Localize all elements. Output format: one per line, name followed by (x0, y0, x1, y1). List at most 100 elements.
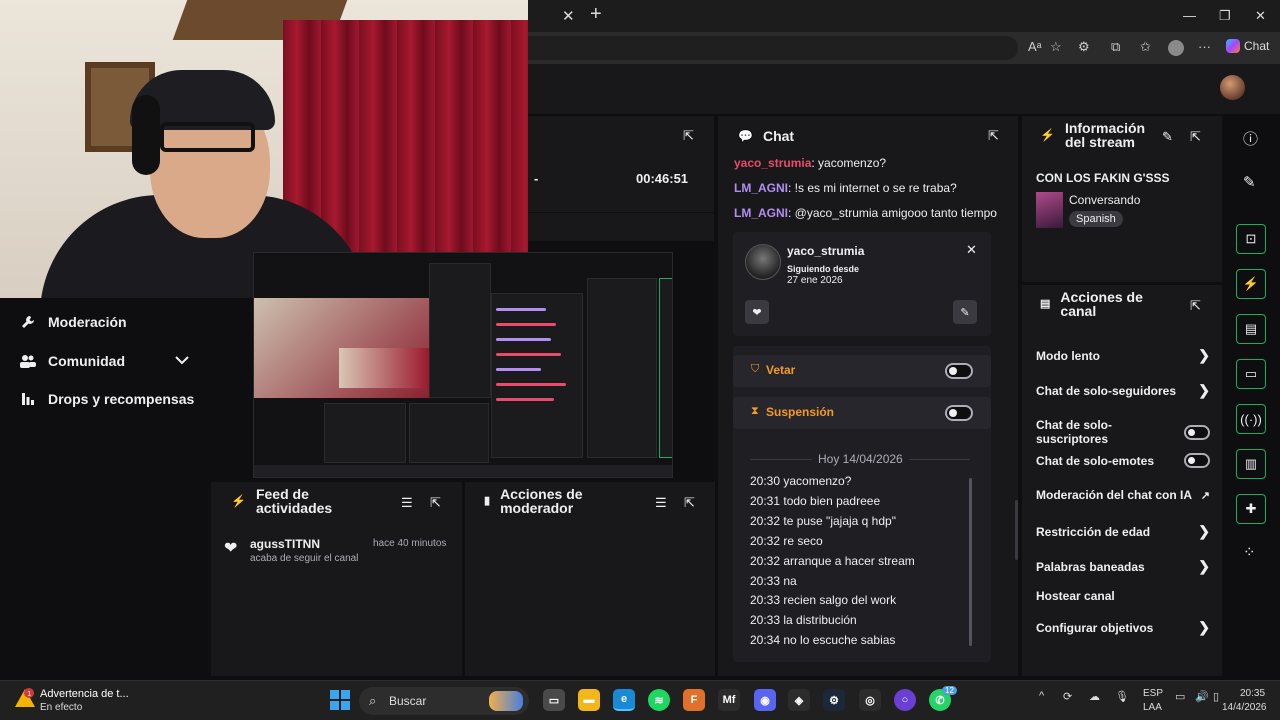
history-scrollbar[interactable] (969, 478, 972, 646)
fl-studio-icon[interactable]: F (683, 689, 705, 711)
preview-nested-webcam (339, 348, 429, 388)
new-tab-icon[interactable]: + (590, 3, 602, 26)
tab-close-icon[interactable]: ✕ (562, 7, 575, 25)
minimize-button[interactable]: — (1183, 8, 1196, 23)
profile-icon[interactable] (1168, 40, 1184, 56)
category-boxart[interactable] (1036, 192, 1063, 228)
subs-only-toggle[interactable] (1184, 424, 1210, 440)
action-solo-suscriptores[interactable]: Chat de solo-suscriptores (1036, 418, 1210, 446)
input-language[interactable]: ESP (1143, 688, 1163, 699)
following-date: 27 ene 2026 (787, 275, 843, 286)
popout-icon[interactable]: ⇱ (1190, 129, 1201, 145)
edit-icon[interactable]: ✎ (1162, 129, 1173, 145)
wrench-icon[interactable]: ✚ (1236, 494, 1266, 524)
filter-icon[interactable]: ☰ (655, 495, 667, 511)
mod-action-icon[interactable]: ✎ (953, 300, 977, 324)
action-label: Moderación del chat con IA (1036, 488, 1193, 502)
ban-row[interactable]: ⛉ Vetar (733, 355, 991, 387)
popout-icon[interactable]: ⇱ (683, 128, 694, 144)
ban-toggle[interactable] (945, 363, 973, 379)
read-aloud-icon[interactable]: Aᵃ (1028, 39, 1042, 54)
sidebar-item-drops[interactable]: Drops y recompensas (20, 391, 194, 407)
file-explorer-icon[interactable]: ▬ (578, 689, 600, 711)
popout-icon[interactable]: ⇱ (684, 495, 695, 511)
chat-username[interactable]: LM_AGNI (734, 181, 788, 195)
stream-category[interactable]: Conversando (1069, 193, 1140, 207)
network-icon[interactable]: ▭ (1175, 690, 1185, 703)
follow-heart-icon[interactable]: ❤ (745, 300, 769, 324)
address-bar[interactable] (528, 36, 1018, 60)
close-icon[interactable]: ✕ (966, 242, 977, 258)
cloud-icon[interactable]: ☁ (1089, 690, 1100, 703)
mf-app-icon[interactable]: Mf (718, 689, 740, 711)
action-hostear-canal[interactable]: Hostear canal (1036, 589, 1210, 603)
channel-icon[interactable]: ▥ (1236, 449, 1266, 479)
favorites-icon[interactable]: ✩ (1140, 39, 1151, 55)
lightning-icon[interactable]: ⚡ (1236, 269, 1266, 299)
keyboard-layout[interactable]: LAA (1143, 702, 1162, 713)
chat-username[interactable]: LM_AGNI (734, 206, 788, 220)
steam-icon[interactable]: ◈ (788, 689, 810, 711)
chat-scrollbar[interactable] (1015, 500, 1018, 560)
taskbar-search[interactable]: ⌕ Buscar (359, 687, 529, 715)
action-label: Palabras baneadas (1036, 559, 1145, 574)
emote-only-toggle[interactable] (1184, 453, 1210, 468)
action-solo-emotes[interactable]: Chat de solo-emotes (1036, 453, 1210, 468)
chat-username[interactable]: yaco_strumia (734, 156, 811, 170)
obs-icon[interactable]: ◎ (859, 689, 881, 711)
copilot-button[interactable]: Chat (1226, 39, 1269, 53)
popout-icon[interactable]: ⇱ (988, 128, 999, 144)
popout-icon[interactable]: ⇱ (1190, 298, 1201, 314)
notification-title[interactable]: Advertencia de t... (40, 688, 129, 700)
extensions-icon[interactable]: ⚙ (1078, 39, 1090, 55)
popout-icon[interactable]: ⇱ (430, 495, 441, 511)
document-icon[interactable]: ▤ (1236, 314, 1266, 344)
sidebar-item-comunidad[interactable]: Comunidad (20, 353, 125, 369)
timeout-label: Suspensión (766, 405, 835, 419)
language-tag[interactable]: Spanish (1069, 211, 1123, 227)
timeout-toggle[interactable] (945, 405, 973, 421)
user-avatar[interactable] (1220, 75, 1245, 100)
volume-icon[interactable]: 🔊 (1195, 690, 1209, 703)
broadcast-icon[interactable]: ((·)) (1236, 404, 1266, 434)
battery-icon[interactable]: ▯ (1213, 690, 1219, 703)
action-modo-lento[interactable]: Modo lento ❯ (1036, 347, 1210, 364)
wrench-icon (20, 314, 36, 330)
apps-icon[interactable]: ⧉ (1111, 39, 1120, 55)
maximize-button[interactable]: ❐ (1219, 8, 1231, 24)
clip-icon[interactable]: ⊡ (1236, 224, 1266, 254)
twitch-studio-icon[interactable]: ○ (894, 689, 916, 711)
pencil-icon[interactable]: ✎ (1243, 173, 1256, 191)
action-solo-seguidores[interactable]: Chat de solo-seguidores ❯ (1036, 382, 1210, 399)
clock-date[interactable]: 14/4/2026 (1222, 702, 1267, 713)
action-palabras-baneadas[interactable]: Palabras baneadas ❯ (1036, 558, 1210, 575)
close-window-button[interactable]: ✕ (1255, 8, 1266, 24)
more-icon[interactable]: ··· (1198, 39, 1211, 54)
star-icon[interactable]: ☆ (1050, 39, 1062, 55)
action-configurar-objetivos[interactable]: Configurar objetivos ❯ (1036, 619, 1210, 636)
windows-start-icon[interactable] (329, 689, 351, 711)
extensions-icon[interactable]: ⁘ (1243, 543, 1256, 561)
microphone-icon[interactable]: 🎙 (1115, 690, 1129, 703)
discord-icon[interactable]: ◉ (754, 689, 776, 711)
task-view-icon[interactable]: ▭ (543, 689, 565, 711)
chevron-down-icon[interactable] (175, 352, 189, 368)
warning-icon[interactable]: 1 (14, 687, 36, 709)
user-card-username[interactable]: yaco_strumia (787, 244, 864, 258)
sync-icon[interactable]: ⟳ (1063, 690, 1072, 703)
edge-icon[interactable]: e (613, 689, 635, 711)
feed-user[interactable]: agussTITNN (250, 537, 320, 551)
timeout-row[interactable]: ⧗ Suspensión (733, 397, 991, 429)
chat-bubble-icon[interactable]: ▭ (1236, 359, 1266, 389)
info-icon[interactable]: ⓘ (1243, 128, 1258, 149)
action-restriccion-edad[interactable]: Restricción de edad ❯ (1036, 523, 1210, 540)
action-moderacion-ia[interactable]: Moderación del chat con IA ↗ (1036, 488, 1210, 502)
stat-value-left: - (534, 171, 539, 186)
filter-icon[interactable]: ☰ (401, 495, 413, 511)
spotify-icon[interactable]: ≋ (648, 689, 670, 711)
clock-time[interactable]: 20:35 (1240, 688, 1265, 699)
steam-client-icon[interactable]: ⚙ (823, 689, 845, 711)
preview-mod-actions (409, 403, 489, 463)
chevron-up-icon[interactable]: ^ (1039, 690, 1044, 702)
sidebar-item-moderacion[interactable]: Moderación (20, 314, 127, 330)
